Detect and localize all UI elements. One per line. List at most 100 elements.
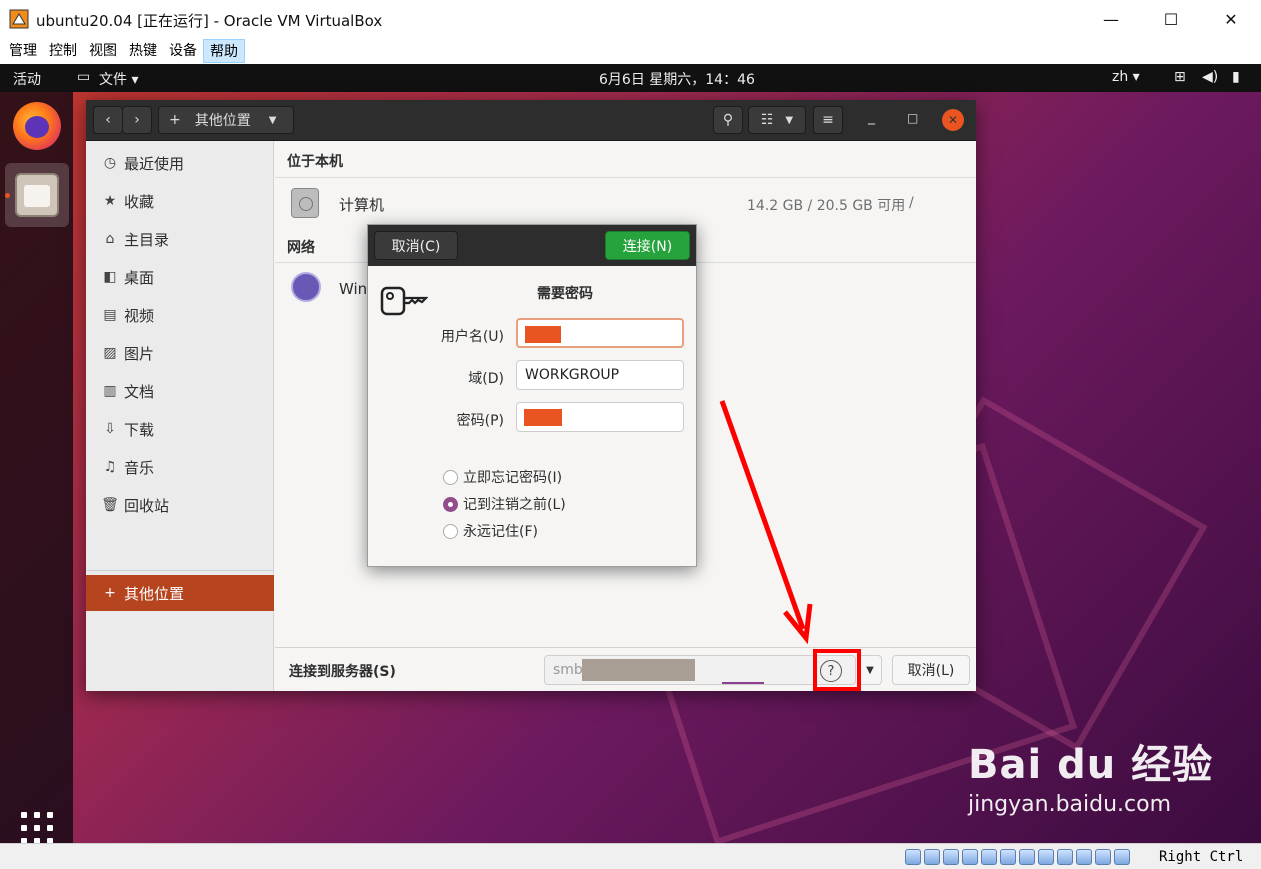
- location-row-computer[interactable]: 计算机 14.2 GB / 20.5 GB 可用 /: [275, 177, 976, 227]
- plus-icon: +: [169, 112, 181, 128]
- sidebar-item-label: 收藏: [124, 192, 155, 211]
- search-button[interactable]: ⚲: [713, 106, 743, 134]
- maximize-icon[interactable]: □: [907, 111, 918, 125]
- app-menu[interactable]: 文件 ▾: [99, 69, 138, 89]
- menu-control[interactable]: 控制: [43, 39, 83, 63]
- disk-usage: 14.2 GB / 20.5 GB 可用: [747, 198, 906, 214]
- firefox-icon[interactable]: [13, 102, 61, 150]
- radio-remember-forever[interactable]: 永远记住(F): [443, 521, 538, 541]
- connect-bar: 连接到服务器(S) smb ? ▼ 取消(L): [275, 647, 976, 691]
- optical-drive-icon[interactable]: [924, 849, 940, 865]
- section-title-network: 网络: [287, 240, 315, 256]
- harddisk-icon[interactable]: [905, 849, 921, 865]
- radio-forget-immediately[interactable]: 立即忘记密码(I): [443, 467, 562, 487]
- menu-help[interactable]: 帮助: [203, 39, 245, 63]
- sidebar-item-pictures[interactable]: ▨ 图片: [86, 335, 274, 371]
- sidebar-item-videos[interactable]: ▤ 视频: [86, 297, 274, 333]
- sidebar-item-label: 主目录: [124, 230, 170, 249]
- files-icon[interactable]: [15, 173, 59, 217]
- baidu-watermark: Bai du 经验 jingyan.baidu.com: [968, 732, 1213, 817]
- redacted-username: [525, 326, 561, 343]
- server-address-input[interactable]: smb: [544, 655, 856, 685]
- sidebar-item-other-locations[interactable]: + 其他位置: [86, 575, 274, 611]
- domain-value: WORKGROUP: [525, 367, 620, 383]
- network-adapter-icon[interactable]: [962, 849, 978, 865]
- mouse-integration-icon[interactable]: [1057, 849, 1073, 865]
- network-icon[interactable]: ⊞: [1174, 69, 1186, 85]
- cancel-connect-button[interactable]: 取消(L): [892, 655, 970, 685]
- connect-label: 连接到服务器(S): [289, 664, 396, 680]
- radio-remember-until-logout[interactable]: 记到注销之前(L): [443, 494, 566, 514]
- document-icon: ▥: [103, 383, 117, 399]
- input-underline: [722, 682, 764, 684]
- menu-button[interactable]: ≡: [813, 106, 843, 134]
- sidebar-item-trash[interactable]: 🗑 回收站: [86, 487, 274, 523]
- trash-icon: 🗑: [101, 497, 119, 513]
- radio-label: 记到注销之前(L): [463, 497, 566, 513]
- domain-input[interactable]: WORKGROUP: [516, 360, 684, 390]
- menu-manage[interactable]: 管理: [3, 39, 43, 63]
- sidebar-item-label: 图片: [124, 344, 155, 363]
- display-icon[interactable]: [1019, 849, 1035, 865]
- radio-button[interactable]: [443, 496, 458, 512]
- dialog-title: 需要密码: [537, 286, 593, 302]
- usb-icon[interactable]: [981, 849, 997, 865]
- shared-folder-icon[interactable]: [1000, 849, 1016, 865]
- username-input[interactable]: [516, 318, 684, 348]
- menu-view[interactable]: 视图: [83, 39, 123, 63]
- audio-icon[interactable]: [943, 849, 959, 865]
- sidebar-item-downloads[interactable]: ⇩ 下载: [86, 411, 274, 447]
- clock-icon: ◷: [103, 155, 117, 171]
- volume-icon[interactable]: ◀): [1202, 69, 1218, 85]
- files-sidebar: ◷ 最近使用 ★ 收藏 ⌂ 主目录 ◧ 桌面 ▤ 视频 ▨ 图片 ▥ 文档 ⇩ 下载 ♫ 音乐 🗑…: [86, 141, 274, 691]
- close-button[interactable]: ✕: [1201, 0, 1261, 38]
- video-capture-icon[interactable]: [1038, 849, 1054, 865]
- sidebar-item-starred[interactable]: ★ 收藏: [86, 183, 274, 219]
- maximize-button[interactable]: ☐: [1141, 0, 1201, 38]
- location-label: 其他位置: [194, 113, 251, 129]
- forward-button[interactable]: ›: [122, 106, 152, 134]
- dialog-connect-button[interactable]: 连接(N): [605, 231, 690, 260]
- domain-label: 域(D): [468, 371, 504, 387]
- back-button[interactable]: ‹: [93, 106, 123, 134]
- activities-button[interactable]: 活动: [13, 69, 41, 89]
- minimize-button[interactable]: —: [1081, 0, 1141, 38]
- picture-icon: ▨: [103, 345, 117, 361]
- dialog-cancel-button[interactable]: 取消(C): [374, 231, 458, 260]
- close-icon[interactable]: ✕: [942, 109, 964, 131]
- clock[interactable]: 6月6日 星期六，14：46: [599, 69, 755, 89]
- sidebar-item-home[interactable]: ⌂ 主目录: [86, 221, 274, 257]
- show-apps-icon[interactable]: [21, 812, 53, 843]
- redacted-address: [582, 659, 695, 681]
- location-button[interactable]: + 其他位置 ▼: [158, 106, 294, 134]
- radio-button[interactable]: [443, 523, 458, 539]
- sidebar-item-desktop[interactable]: ◧ 桌面: [86, 259, 274, 295]
- download-icon: ⇩: [104, 421, 116, 437]
- chevron-down-icon: ▼: [866, 664, 874, 676]
- recent-servers-dropdown[interactable]: ▼: [858, 655, 882, 685]
- video-icon: ▤: [103, 307, 117, 323]
- sidebar-item-music[interactable]: ♫ 音乐: [86, 449, 274, 485]
- battery-icon[interactable]: ▮: [1232, 69, 1240, 85]
- menu-devices[interactable]: 设备: [163, 39, 203, 63]
- arrow-down-icon[interactable]: [1114, 849, 1130, 865]
- view-toggle-button[interactable]: ☷ ▼: [748, 106, 806, 134]
- password-label: 密码(P): [456, 413, 504, 429]
- sidebar-item-recent[interactable]: ◷ 最近使用: [86, 145, 274, 181]
- chevron-left-icon: ‹: [105, 112, 111, 128]
- cpu-icon[interactable]: [1076, 849, 1092, 865]
- keyboard-capture-icon[interactable]: [1095, 849, 1111, 865]
- star-icon: ★: [103, 193, 117, 209]
- radio-button[interactable]: [443, 469, 458, 485]
- window-title: ubuntu20.04 [正在运行] - Oracle VM VirtualBo…: [36, 12, 383, 30]
- redacted-password: [524, 409, 562, 426]
- dialog-headerbar: 取消(C) 连接(N): [368, 225, 696, 266]
- sidebar-item-label: 下载: [124, 420, 155, 439]
- password-input[interactable]: [516, 402, 684, 432]
- language-indicator[interactable]: zh ▾: [1112, 69, 1140, 85]
- minimize-icon[interactable]: _: [868, 109, 875, 125]
- chevron-down-icon: ▼: [268, 114, 277, 126]
- sidebar-item-label: 桌面: [124, 268, 155, 287]
- menu-hotkeys[interactable]: 热键: [123, 39, 163, 63]
- sidebar-item-documents[interactable]: ▥ 文档: [86, 373, 274, 409]
